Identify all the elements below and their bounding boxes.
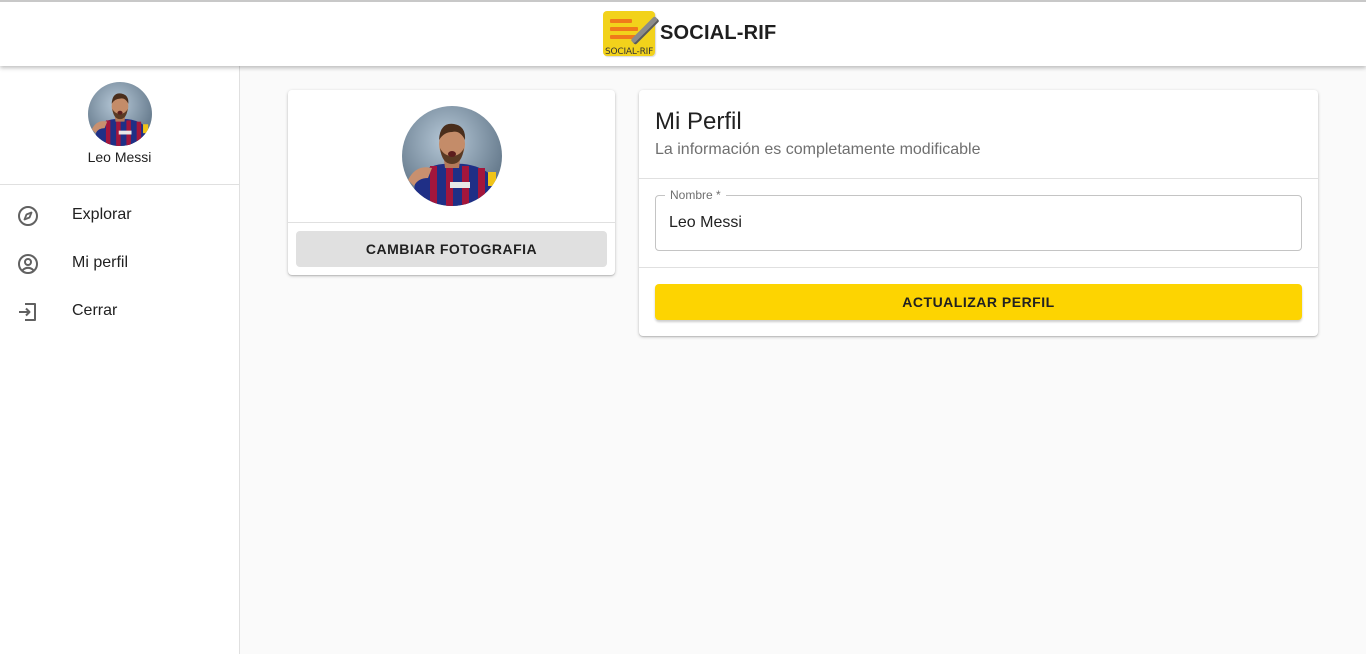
top-app-bar: SOCIAL-RIF SOCIAL-RIF — [0, 0, 1366, 66]
sidebar-item-mi-perfil[interactable]: Mi perfil — [0, 240, 239, 288]
name-field-label: Nombre * — [665, 188, 726, 202]
sidebar-item-label: Mi perfil — [72, 254, 129, 271]
sidebar-item-label: Cerrar — [72, 302, 118, 319]
page-subtitle: La información es completamente modifica… — [655, 141, 981, 158]
logout-icon — [19, 303, 36, 321]
sidebar-item-cerrar[interactable]: Cerrar — [0, 288, 239, 336]
divider — [639, 267, 1318, 268]
app-title: SOCIAL-RIF — [660, 21, 777, 44]
compass-icon — [18, 206, 38, 226]
sidebar-user-name: Leo Messi — [87, 149, 152, 165]
brand[interactable]: SOCIAL-RIF SOCIAL-RIF — [603, 8, 776, 58]
avatar[interactable] — [88, 82, 152, 146]
update-profile-button[interactable]: ACTUALIZAR PERFIL — [655, 284, 1302, 320]
sidebar-item-label: Explorar — [72, 206, 132, 223]
account-circle-icon — [18, 254, 38, 274]
sidebar-profile: Leo Messi — [0, 66, 239, 185]
divider — [639, 178, 1318, 179]
sidebar: Leo Messi Explorar Mi perfil Cerrar — [0, 66, 240, 654]
name-field[interactable]: Nombre * Leo Messi — [655, 188, 1302, 251]
profile-form-card: Mi Perfil La información es completament… — [639, 90, 1318, 336]
change-photo-button[interactable]: CAMBIAR FOTOGRAFIA — [296, 231, 607, 267]
logo-caption: SOCIAL-RIF — [605, 47, 654, 57]
divider — [288, 222, 615, 223]
profile-photo — [402, 106, 502, 206]
name-field-value[interactable]: Leo Messi — [669, 214, 742, 232]
page-title: Mi Perfil — [655, 108, 742, 135]
profile-photo-card: CAMBIAR FOTOGRAFIA — [288, 90, 615, 275]
sidebar-item-explorar[interactable]: Explorar — [0, 192, 239, 240]
notepad-pencil-logo: SOCIAL-RIF — [603, 10, 660, 57]
